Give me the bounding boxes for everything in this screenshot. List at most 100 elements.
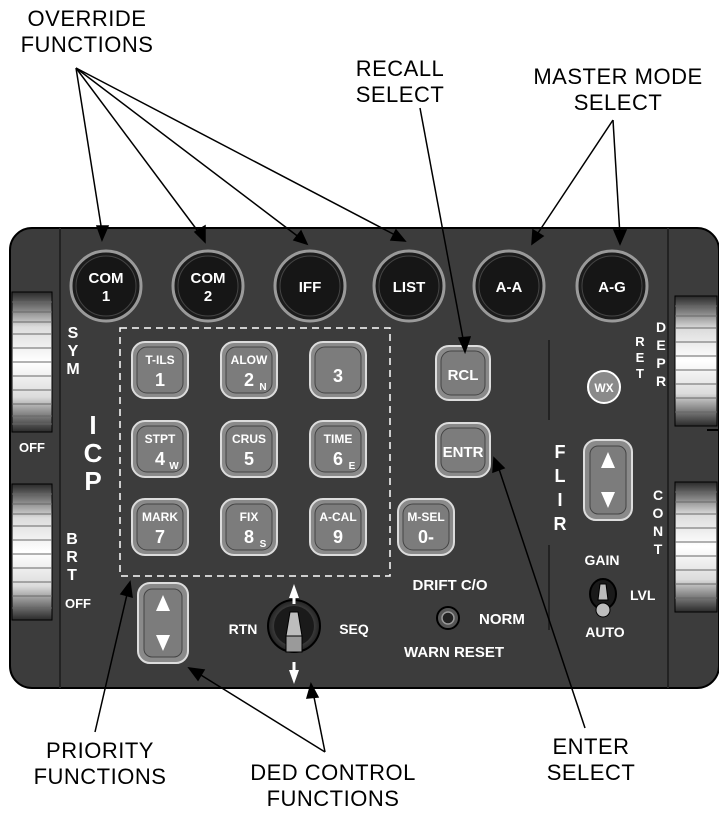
keypad-key-number: 7	[155, 527, 165, 547]
cont-label-2: N	[653, 523, 663, 539]
entr-button[interactable]: ENTR	[435, 422, 491, 478]
brt-label-1: R	[66, 549, 78, 566]
keypad-key-3[interactable]: 3	[309, 341, 367, 399]
override-button-4[interactable]: LIST	[372, 249, 446, 323]
keypad-key-direction: S	[260, 539, 267, 550]
keypad-key-6[interactable]: TIME 6 E	[309, 420, 367, 478]
seq-label: SEQ	[339, 621, 369, 637]
keypad-key-2[interactable]: ALOW 2 N	[220, 341, 278, 399]
override-button-6[interactable]: A-G	[575, 249, 649, 323]
ded-rocker-switch[interactable]	[137, 582, 189, 664]
master-mode-callout-line-2: SELECT	[573, 90, 663, 115]
icp-label-1: C	[84, 438, 103, 468]
flir-label-0: F	[555, 442, 566, 462]
icp-diagram: COM 1 COM 2 IFF LIST A-A A-G T-ILS 1 ALOW 2 N 3 STPT 4…	[0, 0, 719, 812]
norm-label: NORM	[479, 611, 525, 628]
override-button-label: A-G	[598, 279, 626, 296]
icp-label-0: I	[89, 410, 96, 440]
depr-label-2: P	[656, 355, 665, 371]
keypad-key-8[interactable]: FIX 8 S	[220, 498, 278, 556]
keypad-key-number: 6	[333, 449, 343, 469]
rcl-label: RCL	[448, 367, 479, 384]
recall-callout-line-1: RECALL	[355, 56, 445, 81]
off-label-lower: OFF	[65, 596, 91, 611]
flir-label-1: L	[555, 466, 566, 486]
ret-label-2: T	[636, 366, 644, 381]
ded-leader-2	[312, 691, 326, 753]
priority-callout-line-1: PRIORITY	[46, 738, 154, 763]
rtn-label: RTN	[229, 621, 258, 637]
gain-label: GAIN	[585, 552, 620, 568]
keypad-key-number: 5	[244, 449, 254, 469]
keypad-key-label: TIME	[324, 432, 353, 446]
override-button-label: LIST	[393, 279, 426, 296]
override-button-3[interactable]: IFF	[273, 249, 347, 323]
keypad-key-number: 1	[155, 370, 165, 390]
override-button-number: 2	[204, 288, 212, 305]
recall-callout-line-2: SELECT	[355, 82, 445, 107]
keypad-key-number: 0-	[418, 527, 434, 547]
master-mode-leader-2	[612, 119, 621, 237]
keypad-key-label: ALOW	[231, 353, 268, 367]
keypad-key-direction: N	[259, 382, 266, 393]
priority-callout-line-2: FUNCTIONS	[33, 764, 167, 789]
keypad-key-label: A-CAL	[319, 510, 356, 524]
keypad-key-label: MARK	[142, 510, 178, 524]
warn-reset-label: WARN RESET	[404, 644, 504, 661]
depr-label-3: R	[656, 373, 666, 389]
keypad-key-number: 8	[244, 527, 254, 547]
drift-co-switch[interactable]	[436, 606, 460, 630]
keypad-key-direction: E	[349, 461, 356, 472]
recall-select-callout: RECALL SELECT	[340, 56, 460, 108]
keypad-key-number: 3	[333, 366, 343, 386]
ded-control-functions-callout: DED CONTROL FUNCTIONS	[238, 760, 428, 812]
brt-thumbwheel[interactable]	[11, 483, 53, 621]
keypad-key-label: CRUS	[232, 432, 266, 446]
enter-select-callout: ENTER SELECT	[536, 734, 646, 786]
ret-label-0: R	[635, 334, 645, 349]
sym-label-1: Y	[68, 343, 79, 360]
ded-callout-line-2: FUNCTIONS	[266, 786, 400, 811]
override-button-number: 1	[102, 288, 110, 305]
override-callout-line-1: OVERRIDE	[27, 6, 147, 31]
keypad-key-direction: W	[169, 461, 179, 472]
lvl-label: LVL	[630, 587, 656, 603]
priority-functions-callout: PRIORITY FUNCTIONS	[20, 738, 180, 790]
keypad-key-4[interactable]: STPT 4 W	[131, 420, 189, 478]
override-button-label: COM	[89, 270, 124, 287]
override-button-2[interactable]: COM2	[171, 249, 245, 323]
flir-rocker-switch[interactable]	[583, 439, 633, 521]
drift-co-label: DRIFT C/O	[413, 577, 488, 594]
depr-label-1: E	[656, 337, 665, 353]
keypad-key-9[interactable]: A-CAL 9	[309, 498, 367, 556]
brt-label-0: B	[66, 531, 78, 548]
override-button-5[interactable]: A-A	[472, 249, 546, 323]
cont-label-3: T	[654, 541, 663, 557]
override-leader-3	[75, 67, 301, 239]
keypad-key-label: T-ILS	[145, 353, 174, 367]
flir-label-3: R	[554, 514, 567, 534]
depr-ret-thumbwheel[interactable]	[674, 295, 718, 427]
keypad-key-5[interactable]: CRUS 5	[220, 420, 278, 478]
override-callout-line-2: FUNCTIONS	[20, 32, 154, 57]
keypad-key-0[interactable]: M-SEL 0-	[397, 498, 455, 556]
keypad-key-label: M-SEL	[407, 510, 444, 524]
keypad-key-7[interactable]: MARK 7	[131, 498, 189, 556]
keypad-key-label: FIX	[240, 510, 259, 524]
ret-label-1: E	[636, 350, 645, 365]
keypad-key-number: 4	[155, 449, 165, 469]
rcl-button[interactable]: RCL	[435, 345, 491, 401]
enter-callout-line-2: SELECT	[546, 760, 636, 785]
entr-label: ENTR	[443, 444, 484, 461]
wx-button[interactable]: WX	[587, 370, 621, 404]
sym-label-0: S	[68, 325, 79, 342]
cont-thumbwheel[interactable]	[674, 481, 718, 613]
sym-thumbwheel[interactable]	[11, 291, 53, 433]
keypad-key-1[interactable]: T-ILS 1	[131, 341, 189, 399]
sym-label-2: M	[66, 361, 79, 378]
cont-label-1: O	[653, 505, 664, 521]
override-button-1[interactable]: COM1	[69, 249, 143, 323]
override-leader-2	[75, 67, 201, 235]
keypad-key-number: 9	[333, 527, 343, 547]
cont-label-0: C	[653, 487, 663, 503]
